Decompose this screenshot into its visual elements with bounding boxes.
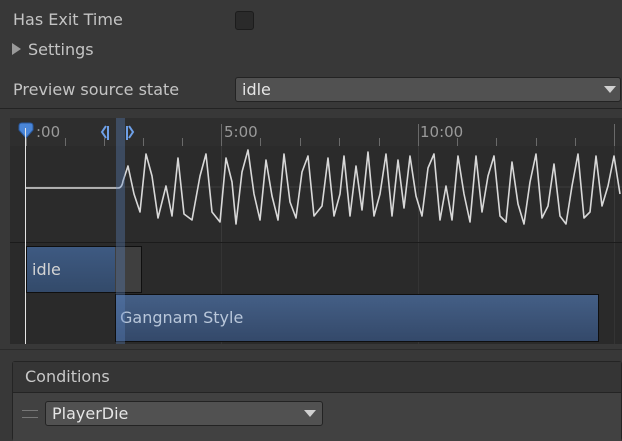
preview-source-state-value: idle bbox=[242, 80, 271, 99]
section-divider bbox=[0, 108, 622, 109]
curve-preview-area bbox=[10, 146, 622, 243]
drag-handle-icon[interactable] bbox=[22, 410, 38, 418]
settings-foldout-arrow-icon[interactable] bbox=[12, 43, 21, 55]
conditions-header-label: Conditions bbox=[25, 367, 110, 386]
conditions-panel: Conditions PlayerDie bbox=[12, 361, 622, 441]
chevron-down-icon bbox=[304, 410, 316, 417]
settings-foldout-label[interactable]: Settings bbox=[28, 40, 94, 59]
timeline-bottom-divider bbox=[0, 349, 622, 350]
animation-curve bbox=[26, 146, 622, 242]
has-exit-time-label: Has Exit Time bbox=[13, 10, 123, 29]
playhead-line bbox=[25, 128, 26, 344]
clip-idle-label: idle bbox=[32, 260, 61, 279]
chevron-down-icon bbox=[604, 86, 616, 93]
condition-parameter-value: PlayerDie bbox=[52, 404, 129, 423]
preview-source-state-dropdown[interactable]: idle bbox=[235, 77, 621, 102]
preview-source-state-label: Preview source state bbox=[13, 80, 180, 99]
has-exit-time-checkbox[interactable] bbox=[235, 11, 254, 30]
playhead-marker-icon[interactable] bbox=[18, 122, 34, 140]
conditions-header: Conditions bbox=[13, 362, 621, 393]
condition-parameter-dropdown[interactable]: PlayerDie bbox=[45, 401, 323, 426]
transition-region[interactable] bbox=[116, 118, 125, 344]
timeline-ruler[interactable]: :00 5:00 10:00 bbox=[10, 118, 622, 147]
clip-gangnam-style-label: Gangnam Style bbox=[120, 308, 244, 327]
clip-gangnam-style[interactable]: Gangnam Style bbox=[115, 294, 599, 342]
transition-timeline[interactable]: :00 5:00 10:00 idle Gangnam Style bbox=[10, 118, 622, 344]
